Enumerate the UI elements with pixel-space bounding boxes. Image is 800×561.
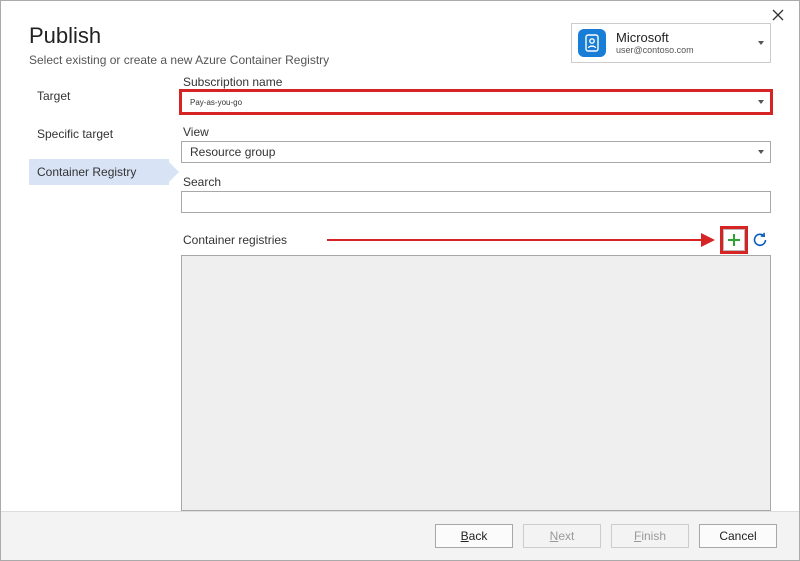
view-label: View	[183, 125, 771, 139]
sidebar-item-target[interactable]: Target	[29, 83, 169, 109]
chevron-down-icon	[758, 150, 764, 154]
search-input[interactable]	[181, 191, 771, 213]
next-button: Next	[523, 524, 601, 548]
subscription-dropdown[interactable]: Pay-as-you-go	[181, 91, 771, 113]
dialog-header: Publish Select existing or create a new …	[1, 1, 799, 75]
sidebar-item-label: Target	[37, 89, 70, 103]
sidebar-item-label: Specific target	[37, 127, 113, 141]
subscription-value: Pay-as-you-go	[190, 98, 242, 107]
close-icon	[772, 9, 784, 23]
view-value: Resource group	[190, 145, 275, 159]
subscription-label: Subscription name	[183, 75, 771, 89]
container-registries-list[interactable]	[181, 255, 771, 511]
refresh-registries-button[interactable]	[749, 229, 771, 251]
registries-label: Container registries	[183, 233, 287, 247]
account-badge-icon	[578, 29, 606, 57]
cancel-button[interactable]: Cancel	[699, 524, 777, 548]
wizard-steps-sidebar: Target Specific target Container Registr…	[29, 75, 169, 511]
sidebar-item-label: Container Registry	[37, 165, 136, 179]
dialog-footer: Back Next Finish Cancel	[1, 511, 799, 560]
sidebar-item-container-registry[interactable]: Container Registry	[29, 159, 169, 185]
create-registry-button[interactable]	[723, 229, 745, 251]
finish-button: Finish	[611, 524, 689, 548]
close-button[interactable]	[769, 7, 787, 25]
plus-icon	[727, 233, 741, 247]
search-label: Search	[183, 175, 771, 189]
chevron-down-icon	[758, 41, 764, 45]
account-dropdown[interactable]: Microsoft user@contoso.com	[571, 23, 771, 63]
account-email: user@contoso.com	[616, 45, 694, 56]
account-name: Microsoft	[616, 30, 694, 46]
page-subtitle: Select existing or create a new Azure Co…	[29, 53, 329, 67]
sidebar-item-specific-target[interactable]: Specific target	[29, 121, 169, 147]
view-dropdown[interactable]: Resource group	[181, 141, 771, 163]
back-button[interactable]: Back	[435, 524, 513, 548]
callout-arrow	[327, 229, 715, 251]
page-title: Publish	[29, 23, 329, 49]
refresh-icon	[751, 231, 769, 249]
publish-dialog: Publish Select existing or create a new …	[0, 0, 800, 561]
chevron-down-icon	[758, 100, 764, 104]
main-panel: Subscription name Pay-as-you-go View Res…	[169, 75, 771, 511]
